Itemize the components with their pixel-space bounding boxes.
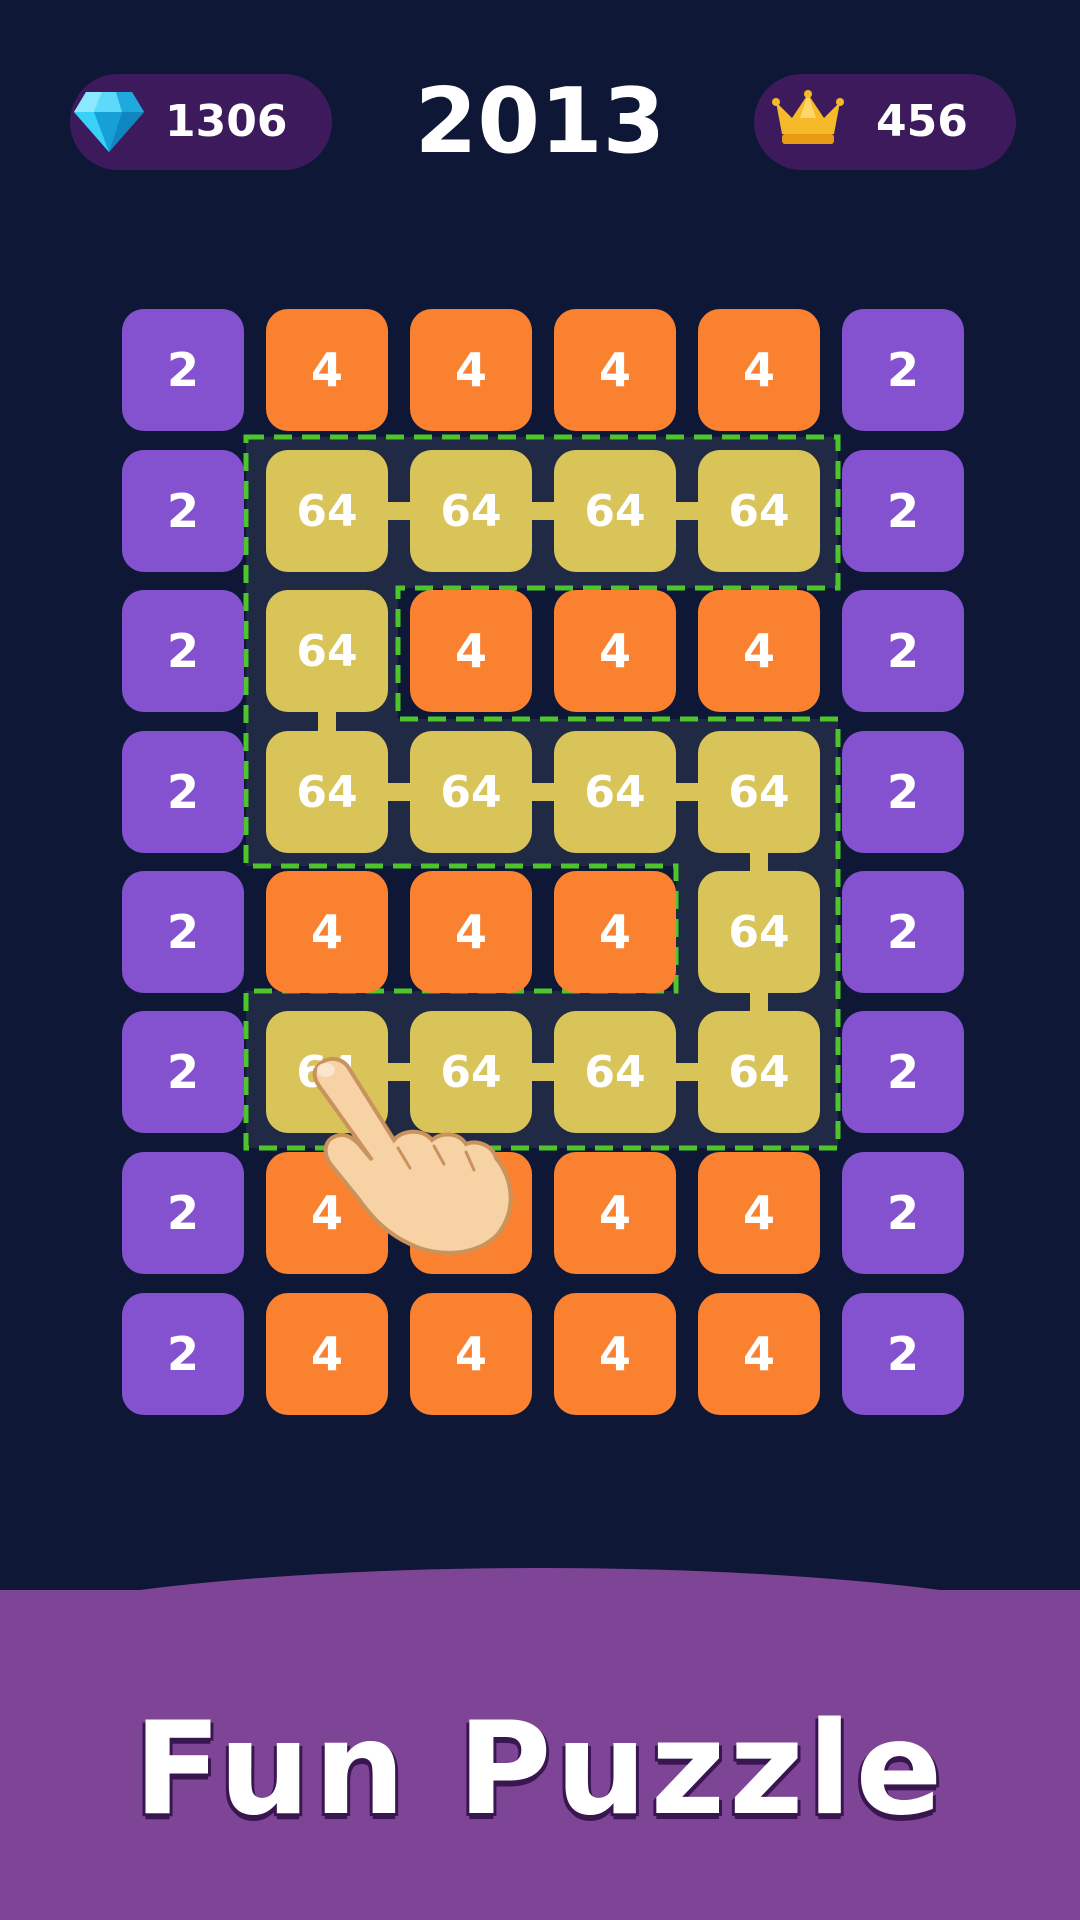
tile-r5-c4[interactable]: 4: [554, 871, 676, 993]
tile-r2-c6[interactable]: 2: [842, 450, 964, 572]
tile-r3-c2[interactable]: 64: [266, 590, 388, 712]
tile-r1-c4[interactable]: 4: [554, 309, 676, 431]
tile-r1-c5[interactable]: 4: [698, 309, 820, 431]
banner-title: Fun Puzzle: [133, 1695, 947, 1844]
tile-r5-c3[interactable]: 4: [410, 871, 532, 993]
tile-r7-c1[interactable]: 2: [122, 1152, 244, 1274]
tile-r6-c4[interactable]: 64: [554, 1011, 676, 1133]
tile-r5-c1[interactable]: 2: [122, 871, 244, 993]
tile-r5-c6[interactable]: 2: [842, 871, 964, 993]
tile-r7-c4[interactable]: 4: [554, 1152, 676, 1274]
tile-r8-c3[interactable]: 4: [410, 1293, 532, 1415]
tile-r5-c2[interactable]: 4: [266, 871, 388, 993]
tile-r4-c4[interactable]: 64: [554, 731, 676, 853]
tile-r2-c2[interactable]: 64: [266, 450, 388, 572]
tile-r1-c2[interactable]: 4: [266, 309, 388, 431]
tile-r4-c3[interactable]: 64: [410, 731, 532, 853]
tile-r2-c3[interactable]: 64: [410, 450, 532, 572]
tile-r4-c1[interactable]: 2: [122, 731, 244, 853]
tile-r8-c6[interactable]: 2: [842, 1293, 964, 1415]
tile-r5-c5[interactable]: 64: [698, 871, 820, 993]
tile-r3-c3[interactable]: 4: [410, 590, 532, 712]
tile-r6-c5[interactable]: 64: [698, 1011, 820, 1133]
tile-r7-c5[interactable]: 4: [698, 1152, 820, 1274]
tile-r3-c4[interactable]: 4: [554, 590, 676, 712]
tile-r6-c6[interactable]: 2: [842, 1011, 964, 1133]
tile-r4-c6[interactable]: 2: [842, 731, 964, 853]
tile-r8-c5[interactable]: 4: [698, 1293, 820, 1415]
tile-r2-c5[interactable]: 64: [698, 450, 820, 572]
tile-r6-c1[interactable]: 2: [122, 1011, 244, 1133]
tile-r4-c5[interactable]: 64: [698, 731, 820, 853]
tile-r4-c2[interactable]: 64: [266, 731, 388, 853]
tile-r3-c1[interactable]: 2: [122, 590, 244, 712]
tile-r3-c5[interactable]: 4: [698, 590, 820, 712]
tile-r8-c4[interactable]: 4: [554, 1293, 676, 1415]
tile-r8-c1[interactable]: 2: [122, 1293, 244, 1415]
tile-r1-c6[interactable]: 2: [842, 309, 964, 431]
pointing-hand-icon: [312, 1056, 513, 1255]
tile-r1-c1[interactable]: 2: [122, 309, 244, 431]
tile-r7-c6[interactable]: 2: [842, 1152, 964, 1274]
tile-r2-c4[interactable]: 64: [554, 450, 676, 572]
tile-r2-c1[interactable]: 2: [122, 450, 244, 572]
tile-r3-c6[interactable]: 2: [842, 590, 964, 712]
game-board: 2 4 4 4 4 2 2 64 64 64 64 2 2 64 4 4 4 2 2 64 64 64 64 2 2 4 4 4 64 2…: [0, 0, 1080, 1500]
tile-r1-c3[interactable]: 4: [410, 309, 532, 431]
tile-r8-c2[interactable]: 4: [266, 1293, 388, 1415]
